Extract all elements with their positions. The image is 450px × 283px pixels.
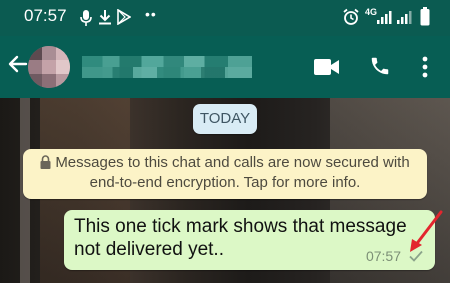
more-notifications-dots: •• [145,6,157,22]
outgoing-message[interactable]: This one tick mark shows that message no… [64,210,435,270]
alarm-icon [343,8,359,25]
status-bar: 07:57 •• 4G [0,0,450,36]
back-arrow-icon[interactable] [8,54,28,74]
message-line-1: This one tick mark shows that message [74,216,407,237]
encryption-notice[interactable]: Messages to this chat and calls are now … [23,149,427,199]
download-icon [99,10,111,25]
network-type-label: 4G [365,7,378,17]
voice-call-icon[interactable] [369,55,391,77]
message-line-2: not delivered yet.. [74,239,224,260]
chat-header [0,36,450,98]
play-store-icon [117,9,131,25]
message-time: 07:57 [365,248,401,264]
single-tick-icon [409,250,423,262]
status-time: 07:57 [24,6,67,25]
lock-icon [40,155,51,169]
signal-icon [377,11,392,24]
video-call-icon[interactable] [314,58,340,76]
microphone-icon [80,10,92,26]
more-vert-icon[interactable] [421,56,429,78]
avatar[interactable] [28,46,70,88]
encryption-notice-line2: end-to-end encryption. Tap for more info… [89,174,361,191]
signal-sim2-icon [397,11,412,24]
battery-icon [420,7,430,26]
date-chip: TODAY [193,104,257,134]
contact-name-blurred[interactable] [82,56,252,78]
encryption-notice-line1: Messages to this chat and calls are now … [55,154,410,171]
